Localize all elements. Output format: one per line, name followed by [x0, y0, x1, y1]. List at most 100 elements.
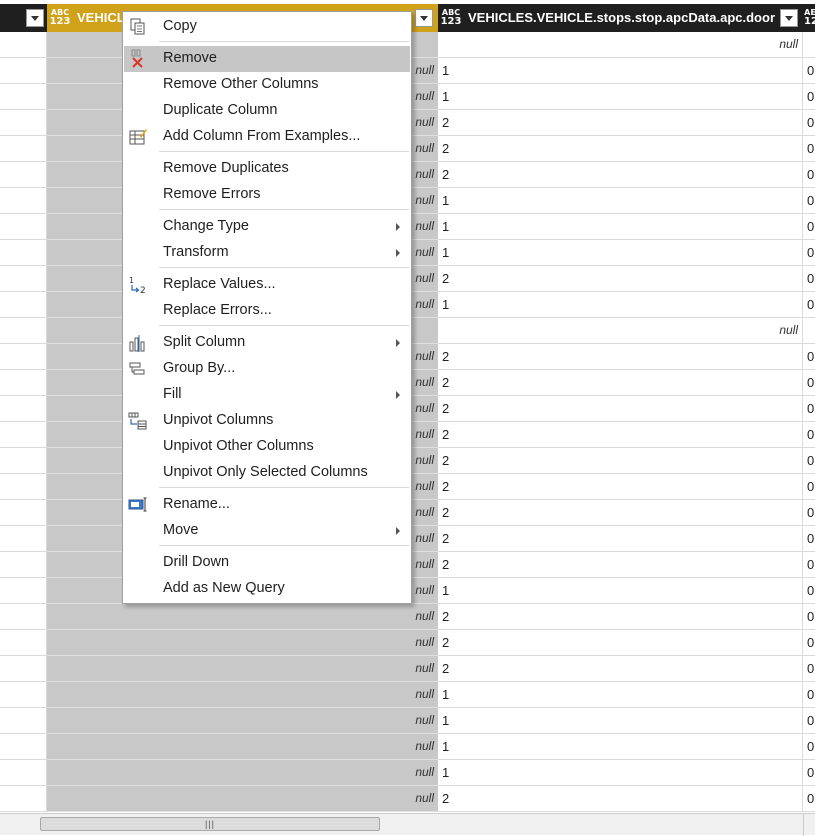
menu-item-transform[interactable]: Transform	[124, 240, 410, 266]
table-row[interactable]: null 2 0	[0, 656, 815, 682]
door-cell[interactable]: 1	[438, 240, 803, 265]
row-number-cell[interactable]	[0, 214, 47, 239]
selected-column-cell[interactable]: null	[47, 734, 438, 760]
row-number-cell[interactable]	[0, 526, 47, 551]
next-column-cell[interactable]: 0	[803, 526, 815, 551]
menu-item-duplicate-column[interactable]: Duplicate Column	[124, 98, 410, 124]
menu-item-add-as-new-query[interactable]: Add as New Query	[124, 576, 410, 602]
row-header-dropdown-button[interactable]	[26, 9, 44, 27]
selected-column-cell[interactable]: null	[47, 682, 438, 708]
menu-item-copy[interactable]: Copy	[124, 14, 410, 40]
door-cell[interactable]: 2	[438, 552, 803, 577]
door-cell[interactable]: 2	[438, 526, 803, 551]
next-column-cell[interactable]: 0	[803, 110, 815, 135]
next-column-cell[interactable]: 0	[803, 240, 815, 265]
door-cell[interactable]: 1	[438, 708, 803, 733]
door-cell[interactable]: 2	[438, 500, 803, 525]
selected-column-cell[interactable]: null	[47, 656, 438, 682]
door-cell[interactable]: null	[438, 32, 803, 57]
menu-item-move[interactable]: Move	[124, 518, 410, 544]
next-column-cell[interactable]: 0	[803, 734, 815, 759]
door-cell[interactable]: 1	[438, 58, 803, 83]
row-number-cell[interactable]	[0, 500, 47, 525]
row-number-cell[interactable]	[0, 344, 47, 369]
menu-item-drill-down[interactable]: Drill Down	[124, 550, 410, 576]
row-number-cell[interactable]	[0, 396, 47, 421]
row-number-cell[interactable]	[0, 578, 47, 603]
door-cell[interactable]: 2	[438, 162, 803, 187]
next-column-header[interactable]: AE 12	[803, 4, 815, 32]
row-number-cell[interactable]	[0, 474, 47, 499]
door-cell[interactable]: null	[438, 318, 803, 343]
menu-item-remove-duplicates[interactable]: Remove Duplicates	[124, 156, 410, 182]
menu-item-unpivot-only-selected-columns[interactable]: Unpivot Only Selected Columns	[124, 460, 410, 486]
next-column-cell[interactable]: 0	[803, 292, 815, 317]
selected-column-cell[interactable]: null	[47, 786, 438, 812]
any-type-icon[interactable]: ABC 123	[440, 8, 462, 28]
next-column-cell[interactable]: 0	[803, 162, 815, 187]
menu-item-split-column[interactable]: Split Column	[124, 330, 410, 356]
row-number-cell[interactable]	[0, 448, 47, 473]
selected-column-filter-dropdown[interactable]	[415, 9, 433, 27]
menu-item-rename[interactable]: Rename...	[124, 492, 410, 518]
door-cell[interactable]: 2	[438, 370, 803, 395]
door-cell[interactable]: 1	[438, 214, 803, 239]
next-column-cell[interactable]: 0	[803, 188, 815, 213]
next-column-cell[interactable]: 0	[803, 448, 815, 473]
next-column-cell[interactable]: 0	[803, 344, 815, 369]
row-number-cell[interactable]	[0, 604, 47, 629]
row-number-cell[interactable]	[0, 656, 47, 681]
table-row[interactable]: null 1 0	[0, 760, 815, 786]
door-cell[interactable]: 1	[438, 578, 803, 603]
any-type-icon[interactable]: ABC 123	[49, 8, 71, 28]
next-column-cell[interactable]: 0	[803, 552, 815, 577]
door-cell[interactable]: 2	[438, 422, 803, 447]
row-number-cell[interactable]	[0, 630, 47, 655]
row-number-cell[interactable]	[0, 786, 47, 811]
table-row[interactable]: null 1 0	[0, 708, 815, 734]
selected-column-cell[interactable]: null	[47, 630, 438, 656]
menu-item-remove-errors[interactable]: Remove Errors	[124, 182, 410, 208]
menu-item-remove[interactable]: Remove	[124, 46, 410, 72]
table-row[interactable]: null 2 0	[0, 786, 815, 812]
row-number-cell[interactable]	[0, 760, 47, 785]
table-row[interactable]: null 1 0	[0, 682, 815, 708]
row-number-cell[interactable]	[0, 110, 47, 135]
row-number-header[interactable]	[0, 4, 47, 32]
next-column-cell[interactable]: 0	[803, 136, 815, 161]
door-cell[interactable]: 2	[438, 448, 803, 473]
door-cell[interactable]: 2	[438, 396, 803, 421]
menu-item-group-by[interactable]: Group By...	[124, 356, 410, 382]
row-number-cell[interactable]	[0, 734, 47, 759]
next-column-cell[interactable]: 0	[803, 682, 815, 707]
menu-item-replace-values[interactable]: 1 2 Replace Values...	[124, 272, 410, 298]
next-column-cell[interactable]: 0	[803, 604, 815, 629]
menu-item-change-type[interactable]: Change Type	[124, 214, 410, 240]
menu-item-unpivot-columns[interactable]: Unpivot Columns	[124, 408, 410, 434]
row-number-cell[interactable]	[0, 552, 47, 577]
door-cell[interactable]: 1	[438, 188, 803, 213]
row-number-cell[interactable]	[0, 318, 47, 343]
row-number-cell[interactable]	[0, 422, 47, 447]
door-cell[interactable]: 2	[438, 604, 803, 629]
next-column-cell[interactable]: 0	[803, 84, 815, 109]
menu-item-unpivot-other-columns[interactable]: Unpivot Other Columns	[124, 434, 410, 460]
door-cell[interactable]: 1	[438, 734, 803, 759]
next-column-cell[interactable]: 0	[803, 630, 815, 655]
row-number-cell[interactable]	[0, 188, 47, 213]
selected-column-cell[interactable]: null	[47, 708, 438, 734]
next-column-cell[interactable]	[803, 318, 815, 343]
door-cell[interactable]: 1	[438, 292, 803, 317]
menu-item-add-column-from-examples[interactable]: Add Column From Examples...	[124, 124, 410, 150]
selected-column-cell[interactable]: null	[47, 604, 438, 630]
door-cell[interactable]: 1	[438, 760, 803, 785]
next-column-cell[interactable]: 0	[803, 266, 815, 291]
row-number-cell[interactable]	[0, 136, 47, 161]
table-row[interactable]: null 2 0	[0, 604, 815, 630]
door-column-filter-dropdown[interactable]	[780, 9, 798, 27]
selected-column-cell[interactable]: null	[47, 760, 438, 786]
horizontal-scrollbar[interactable]: |||	[0, 813, 815, 836]
door-cell[interactable]: 1	[438, 84, 803, 109]
row-number-cell[interactable]	[0, 58, 47, 83]
horizontal-scrollbar-thumb[interactable]: |||	[40, 817, 380, 831]
